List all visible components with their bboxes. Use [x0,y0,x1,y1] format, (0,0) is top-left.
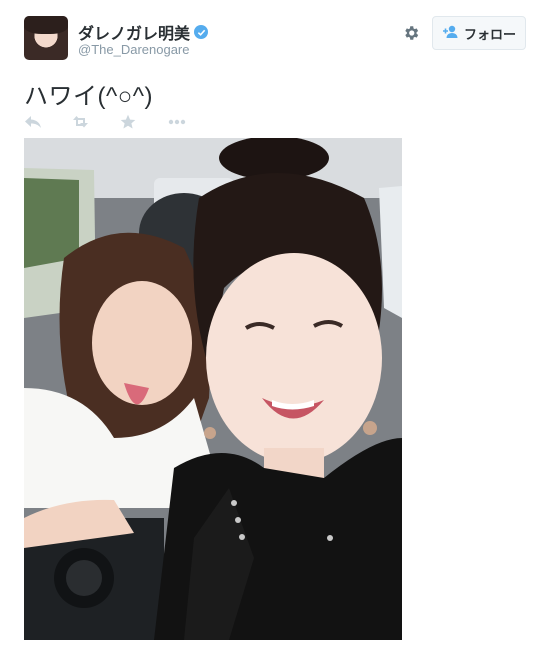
avatar[interactable] [24,16,68,60]
photo-image [24,138,402,640]
favorite-icon[interactable] [120,112,168,132]
user-handle[interactable]: @The_Darenogare [78,42,189,57]
verified-badge-icon [194,25,209,39]
reply-icon[interactable] [24,112,72,132]
user-name-row[interactable]: ダレノガレ明美 [78,20,209,44]
follow-person-icon [442,25,460,42]
tweet-text: ハワイ(^○^) [24,83,154,110]
retweet-icon[interactable] [72,112,120,132]
tweet-photo[interactable] [24,138,402,640]
follow-label: フォロー [463,26,516,42]
display-name[interactable]: ダレノガレ明美 [78,20,190,44]
follow-button[interactable]: フォロー [432,16,526,50]
more-icon[interactable] [168,112,216,132]
tweet-actions [24,112,216,132]
gear-icon[interactable] [400,22,422,44]
